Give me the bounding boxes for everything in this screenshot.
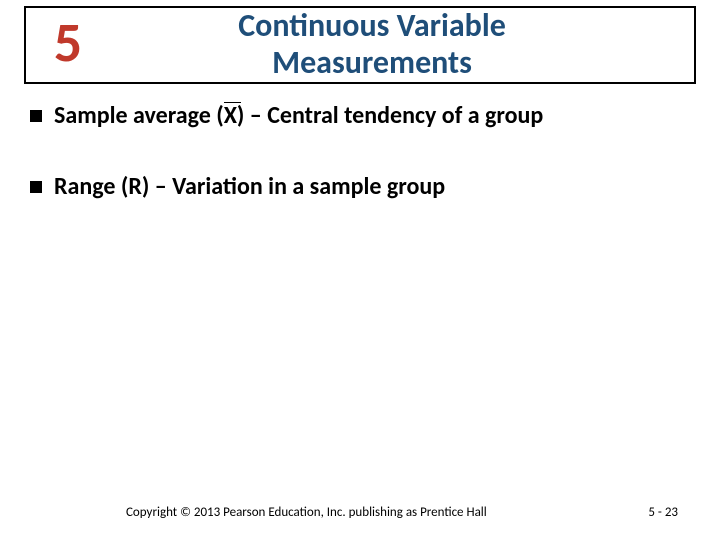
- b1-prefix: Sample average (: [54, 101, 224, 130]
- bullet-item-1: Sample average (X) – Central tendency of…: [30, 100, 690, 131]
- square-bullet-icon: [30, 110, 42, 122]
- overline-icon: [224, 102, 240, 103]
- bullet-text-2: Range (R) – Variation in a sample group: [54, 171, 690, 202]
- title-line-1: Continuous Variable: [110, 8, 634, 45]
- x-bar-symbol: X: [224, 100, 237, 131]
- b1-suffix: ) – Central tendency of a group: [237, 101, 543, 130]
- content-area: Sample average (X) – Central tendency of…: [30, 100, 690, 242]
- b2-rest: – Variation in a sample group: [149, 172, 445, 201]
- x-bar-letter: X: [224, 101, 237, 130]
- page-number: 5 - 23: [648, 505, 678, 520]
- copyright-text: Copyright © 2013 Pearson Education, Inc.…: [126, 505, 487, 520]
- slide-title: Continuous Variable Measurements: [110, 8, 694, 82]
- b2-bold: Range (R): [54, 172, 149, 201]
- bullet-item-2: Range (R) – Variation in a sample group: [30, 171, 690, 202]
- title-header-box: 5 Continuous Variable Measurements: [24, 6, 696, 84]
- bullet-text-1: Sample average (X) – Central tendency of…: [54, 100, 690, 131]
- square-bullet-icon: [30, 181, 42, 193]
- chapter-number: 5: [26, 15, 110, 75]
- title-line-2: Measurements: [110, 45, 634, 82]
